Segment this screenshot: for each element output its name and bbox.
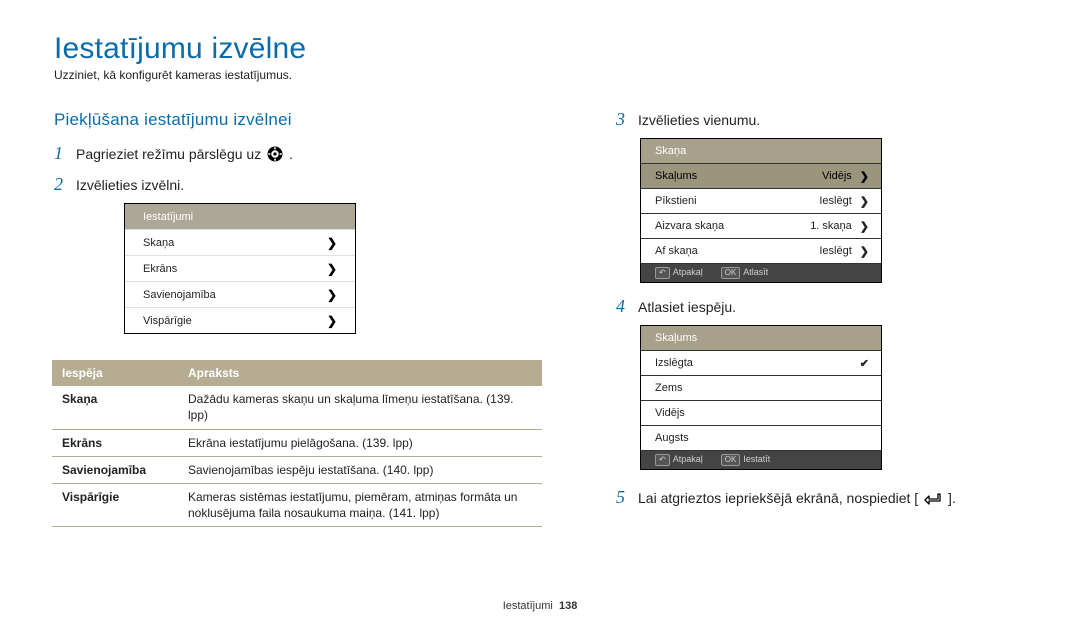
table-head-option: Iespēja <box>52 361 178 386</box>
step-5: 5 Lai atgrieztos iepriekšējā ekrānā, nos… <box>616 488 996 509</box>
sound-menu-item[interactable]: Pīkstieni Ieslēgt ❯ <box>641 188 881 213</box>
volume-option[interactable]: Augsts <box>641 425 881 450</box>
chevron-right-icon: ❯ <box>327 314 337 328</box>
ok-button-icon: OK <box>721 267 741 279</box>
chevron-right-icon: ❯ <box>860 170 869 183</box>
return-icon <box>924 492 942 509</box>
volume-option[interactable]: Izslēgta ✔ <box>641 350 881 375</box>
gear-icon <box>267 146 283 165</box>
volume-option[interactable]: Zems <box>641 375 881 400</box>
options-table: Iespēja Apraksts Skaņa Dažādu kameras sk… <box>52 360 542 527</box>
panel-actions-bar: ↶Atpakaļ OKIestatīt <box>641 450 881 469</box>
settings-menu-item[interactable]: Skaņa ❯ <box>125 229 355 255</box>
chevron-right-icon: ❯ <box>860 245 869 258</box>
table-head-desc: Apraksts <box>178 361 542 386</box>
sound-menu-panel: Skaņa Skaļums Vidējs ❯ Pīkstieni Ieslēgt… <box>640 138 882 283</box>
step-2: 2 Izvēlieties izvēlni. <box>54 175 542 193</box>
step-4: 4 Atlasiet iespēju. <box>616 297 996 315</box>
page-title: Iestatījumu izvēlne <box>54 32 1028 66</box>
table-row: Vispārīgie Kameras sistēmas iestatījumu,… <box>52 483 542 526</box>
step-3: 3 Izvēlieties vienumu. <box>616 110 996 128</box>
volume-options-panel: Skaļums Izslēgta ✔ Zems Vidējs Augsts ↶A… <box>640 325 882 470</box>
sound-menu-item[interactable]: Af skaņa Ieslēgt ❯ <box>641 238 881 263</box>
page-footer: Iestatījumi 138 <box>0 600 1080 612</box>
volume-options-header: Skaļums <box>641 326 881 350</box>
table-row: Ekrāns Ekrāna iestatījumu pielāgošana. (… <box>52 429 542 456</box>
back-icon: ↶ <box>655 454 670 466</box>
settings-menu-panel: Iestatījumi Skaņa ❯ Ekrāns ❯ Savienojamī… <box>124 203 356 334</box>
check-icon: ✔ <box>860 357 869 370</box>
panel-actions-bar: ↶Atpakaļ OKAtlasīt <box>641 263 881 282</box>
settings-menu-item[interactable]: Vispārīgie ❯ <box>125 307 355 333</box>
table-row: Savienojamība Savienojamības iespēju ies… <box>52 456 542 483</box>
settings-menu-item[interactable]: Savienojamība ❯ <box>125 281 355 307</box>
step-1: 1 Pagrieziet režīmu pārslēgu uz <box>54 144 542 165</box>
settings-menu-header: Iestatījumi <box>125 204 355 229</box>
chevron-right-icon: ❯ <box>860 195 869 208</box>
sound-menu-header: Skaņa <box>641 139 881 163</box>
sound-menu-item[interactable]: Aizvara skaņa 1. skaņa ❯ <box>641 213 881 238</box>
settings-menu-item[interactable]: Ekrāns ❯ <box>125 255 355 281</box>
table-row: Skaņa Dažādu kameras skaņu un skaļuma lī… <box>52 386 542 429</box>
chevron-right-icon: ❯ <box>327 288 337 302</box>
chevron-right-icon: ❯ <box>327 236 337 250</box>
ok-button-icon: OK <box>721 454 741 466</box>
back-icon: ↶ <box>655 267 670 279</box>
chevron-right-icon: ❯ <box>327 262 337 276</box>
volume-option[interactable]: Vidējs <box>641 400 881 425</box>
section-subtitle: Piekļūšana iestatījumu izvēlnei <box>54 110 542 130</box>
page-intro: Uzziniet, kā konfigurēt kameras iestatīj… <box>54 68 1028 82</box>
sound-menu-item[interactable]: Skaļums Vidējs ❯ <box>641 163 881 188</box>
chevron-right-icon: ❯ <box>860 220 869 233</box>
